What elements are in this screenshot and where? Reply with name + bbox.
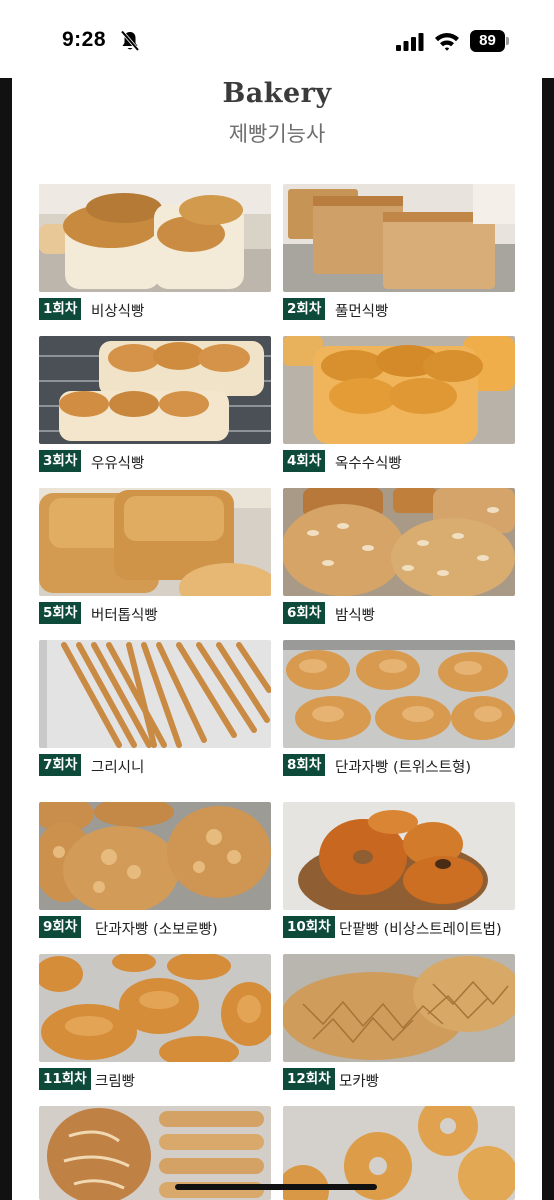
bread-photo[interactable]: [39, 336, 271, 444]
session-badge: 5회차: [39, 602, 82, 624]
status-time: 9:28: [62, 28, 107, 51]
session-badge: 11회차: [39, 1068, 91, 1090]
bread-photo[interactable]: [283, 802, 515, 910]
bread-card[interactable]: 7회차 그리시니: [39, 640, 271, 780]
session-badge: 10회차: [283, 916, 335, 938]
page-edge-left: [0, 78, 12, 1200]
bread-photo[interactable]: [39, 488, 271, 596]
session-badge: 2회차: [283, 298, 326, 320]
bread-photo[interactable]: [283, 488, 515, 596]
bread-name: 우유식빵: [91, 456, 145, 472]
session-badge: 3회차: [39, 450, 82, 472]
bread-card[interactable]: 3회차 우유식빵: [39, 336, 271, 476]
page-edge-right: [542, 78, 554, 1200]
bread-photo[interactable]: [39, 954, 271, 1062]
bread-name: 크림빵: [95, 1074, 136, 1090]
session-badge: 6회차: [283, 602, 326, 624]
bread-photo[interactable]: [283, 954, 515, 1062]
bread-name: 풀먼식빵: [335, 304, 389, 320]
bread-card[interactable]: 10회차 단팥빵 (비상스트레이트법): [283, 802, 515, 942]
session-badge: 8회차: [283, 754, 326, 776]
battery-icon: 89: [470, 30, 509, 52]
bread-card[interactable]: 6회차 밤식빵: [283, 488, 515, 628]
bread-photo[interactable]: [39, 184, 271, 292]
session-badge: 9회차: [39, 916, 82, 938]
bread-photo[interactable]: [39, 802, 271, 910]
session-badge: 1회차: [39, 298, 82, 320]
bread-card[interactable]: 8회차 단과자빵 (트위스트형): [283, 640, 515, 780]
session-badge: 7회차: [39, 754, 82, 776]
bread-name: 그리시니: [91, 760, 145, 776]
battery-level: 89: [470, 30, 505, 52]
bread-name: 버터톱식빵: [91, 608, 158, 624]
bell-slash-icon: [120, 30, 140, 52]
home-indicator[interactable]: [175, 1184, 377, 1190]
bread-name: 단과자빵 (트위스트형): [335, 760, 471, 776]
bread-name: 옥수수식빵: [335, 456, 402, 472]
session-badge: 4회차: [283, 450, 326, 472]
status-bar: 9:28 89: [0, 0, 554, 78]
bread-photo[interactable]: [283, 336, 515, 444]
bread-photo[interactable]: [283, 640, 515, 748]
bread-card[interactable]: 12회차 모카빵: [283, 954, 515, 1094]
bread-photo[interactable]: [283, 184, 515, 292]
bread-card[interactable]: 5회차 버터톱식빵: [39, 488, 271, 628]
bread-name: 단과자빵 (소보로빵): [95, 922, 218, 938]
cellular-signal-icon: [396, 33, 424, 51]
bread-card[interactable]: 2회차 풀먼식빵: [283, 184, 515, 324]
session-badge: 12회차: [283, 1068, 335, 1090]
bread-card[interactable]: 4회차 옥수수식빵: [283, 336, 515, 476]
bread-name: 단팥빵 (비상스트레이트법): [339, 922, 502, 938]
bread-card[interactable]: 11회차 크림빵: [39, 954, 271, 1094]
page-subtitle: 제빵기능사: [228, 122, 326, 146]
bread-name: 모카빵: [339, 1074, 380, 1090]
bread-name: 비상식빵: [91, 304, 145, 320]
bread-name: 밤식빵: [335, 608, 376, 624]
bread-photo[interactable]: [39, 640, 271, 748]
bread-card[interactable]: 9회차 단과자빵 (소보로빵): [39, 802, 271, 942]
wifi-icon: [435, 33, 459, 51]
page-title: Bakery: [222, 78, 332, 109]
bread-card[interactable]: 1회차 비상식빵: [39, 184, 271, 324]
